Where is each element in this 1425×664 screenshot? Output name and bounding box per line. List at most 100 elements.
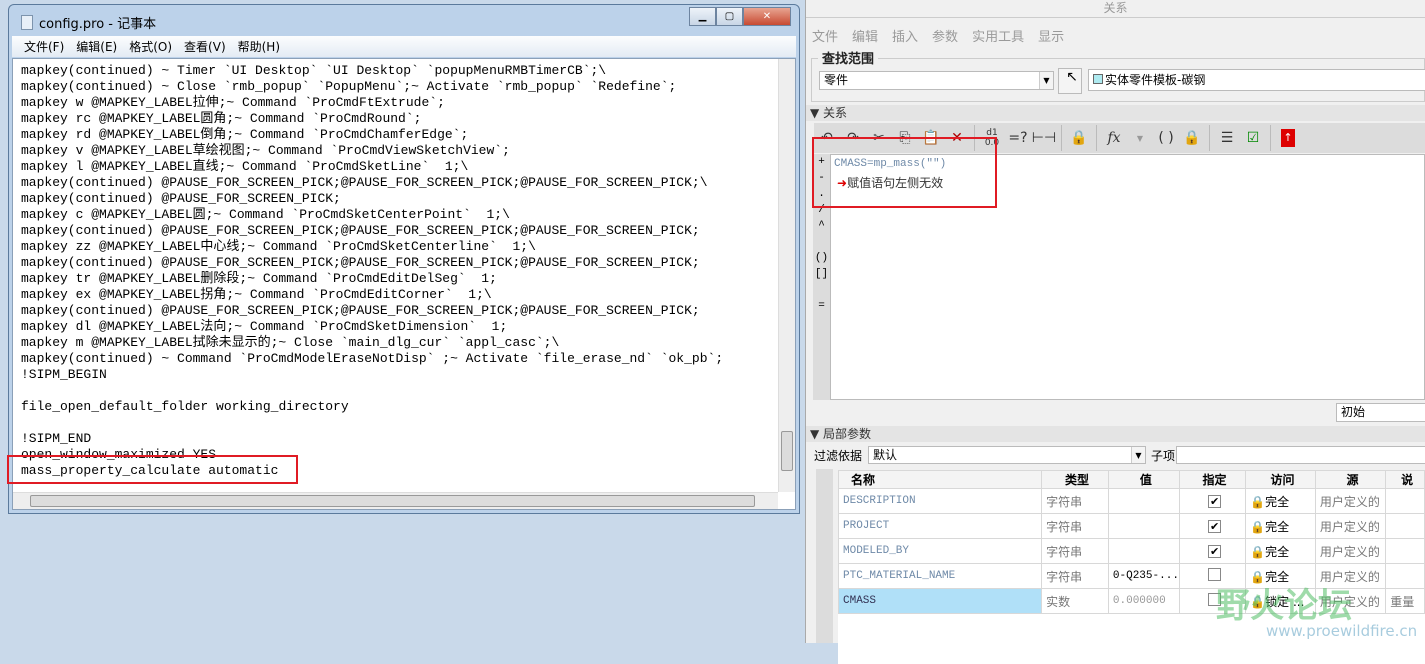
checkbox[interactable]: ✔ [1208, 520, 1222, 533]
text-line[interactable]: !SIPM_BEGIN [21, 367, 723, 383]
text-line[interactable]: mapkey zz @MAPKEY_LABEL中心线;~ Command `Pr… [21, 239, 723, 255]
power-button[interactable]: ^ [813, 218, 830, 234]
param-type[interactable]: 字符串 [1041, 538, 1109, 564]
param-type[interactable]: 字符串 [1041, 513, 1109, 539]
col-source[interactable]: 源 [1314, 470, 1387, 489]
text-line[interactable]: mapkey(continued) @PAUSE_FOR_SCREEN_PICK… [21, 255, 723, 271]
param-value[interactable] [1107, 513, 1180, 539]
text-line[interactable]: mapkey v @MAPKEY_LABEL草绘视图;~ Command `Pr… [21, 143, 723, 159]
param-source[interactable]: 用户定义的 [1314, 563, 1387, 589]
equals-button[interactable]: = [813, 298, 830, 314]
checkbox[interactable] [1208, 568, 1222, 581]
text-line[interactable]: mapkey dl @MAPKEY_LABEL法向;~ Command `Pro… [21, 319, 723, 335]
param-designated[interactable] [1178, 563, 1247, 589]
scope-select[interactable]: 零件 ▼ [819, 71, 1054, 90]
select-pointer-button[interactable]: ↖ [1058, 68, 1082, 94]
text-line[interactable] [21, 415, 723, 431]
table-row[interactable]: MODELED_BY 字符串 ✔ 🔒完全 用户定义的 [837, 538, 1425, 564]
checkbox[interactable] [1208, 593, 1222, 606]
param-type[interactable]: 字符串 [1041, 488, 1109, 514]
col-access[interactable]: 访问 [1245, 470, 1316, 489]
function-icon[interactable]: fx [1101, 130, 1127, 146]
col-desc[interactable]: 说 [1385, 470, 1425, 489]
parens-button[interactable]: () [813, 250, 830, 266]
param-access[interactable]: 🔒完全 [1245, 538, 1316, 564]
minimize-button[interactable]: ▁ [689, 7, 716, 26]
units-icon[interactable]: 🔒 [1066, 130, 1092, 146]
table-row[interactable]: DESCRIPTION 字符串 ✔ 🔒完全 用户定义的 [837, 488, 1425, 514]
param-designated[interactable]: ✔ [1178, 538, 1247, 564]
chevron-down-icon[interactable]: ▼ [1127, 134, 1153, 143]
filter-select[interactable]: 默认 ▼ [868, 446, 1146, 464]
menu-file[interactable]: 文件(F) [24, 38, 64, 55]
param-access[interactable]: 🔒完全 [1245, 488, 1316, 514]
param-desc[interactable] [1385, 513, 1425, 539]
param-name[interactable]: PTC_MATERIAL_NAME [837, 563, 1043, 589]
param-name[interactable]: DESCRIPTION [837, 488, 1043, 514]
menu-item[interactable]: 插入 [892, 26, 918, 45]
param-desc[interactable] [1385, 563, 1425, 589]
maximize-button[interactable]: ▢ [716, 7, 743, 26]
brackets-button[interactable]: [] [813, 266, 830, 282]
text-line[interactable]: mapkey tr @MAPKEY_LABEL删除段;~ Command `Pr… [21, 271, 723, 287]
table-row[interactable]: PTC_MATERIAL_NAME 字符串 0-Q235-... 🔒完全 用户定… [837, 563, 1425, 589]
menu-item[interactable]: 显示 [1038, 26, 1064, 45]
menu-format[interactable]: 格式(O) [129, 38, 172, 55]
text-line[interactable]: mapkey(continued) ~ Timer `UI Desktop` `… [21, 63, 723, 79]
param-name[interactable]: MODELED_BY [837, 538, 1043, 564]
text-line[interactable] [21, 383, 723, 399]
param-name[interactable]: PROJECT [837, 513, 1043, 539]
menu-view[interactable]: 查看(V) [184, 38, 226, 55]
param-desc[interactable] [1385, 488, 1425, 514]
param-desc[interactable]: 重量 [1385, 588, 1425, 614]
param-type[interactable]: 字符串 [1041, 563, 1109, 589]
menu-item[interactable]: 实用工具 [972, 26, 1024, 45]
text-line[interactable]: mapkey rd @MAPKEY_LABEL倒角;~ Command `Pro… [21, 127, 723, 143]
text-line[interactable]: mapkey l @MAPKEY_LABEL直线;~ Command `ProC… [21, 159, 723, 175]
param-designated[interactable]: ✔ [1178, 488, 1247, 514]
param-value[interactable] [1107, 488, 1180, 514]
parentheses-icon[interactable]: ( ) [1153, 130, 1179, 146]
checkbox[interactable]: ✔ [1208, 545, 1222, 558]
sort-icon[interactable]: ☰ [1214, 130, 1240, 146]
text-line[interactable]: mapkey w @MAPKEY_LABEL拉伸;~ Command `ProC… [21, 95, 723, 111]
table-row[interactable]: PROJECT 字符串 ✔ 🔒完全 用户定义的 [837, 513, 1425, 539]
param-type[interactable]: 实数 [1041, 588, 1109, 614]
param-value[interactable]: 0.000000 [1107, 588, 1180, 614]
param-designated[interactable]: ✔ [1178, 513, 1247, 539]
verify-icon[interactable]: ☑ [1240, 130, 1266, 146]
text-line[interactable]: mapkey rc @MAPKEY_LABEL圆角;~ Command `Pro… [21, 111, 723, 127]
col-type[interactable]: 类型 [1041, 470, 1109, 489]
param-source[interactable]: 用户定义的 [1314, 488, 1387, 514]
text-line[interactable]: mapkey m @MAPKEY_LABEL拭除未显示的;~ Close `ma… [21, 335, 723, 351]
param-source[interactable]: 用户定义的 [1314, 588, 1387, 614]
params-section-header[interactable]: ▼ 局部参数 [806, 426, 1425, 442]
menu-item[interactable]: 编辑 [852, 26, 878, 45]
text-content[interactable]: mapkey(continued) ~ Timer `UI Desktop` `… [21, 63, 723, 479]
evaluate-icon[interactable]: =? [1005, 130, 1031, 146]
text-line[interactable]: mapkey ex @MAPKEY_LABEL拐角;~ Command `Pro… [21, 287, 723, 303]
text-editor[interactable]: mapkey(continued) ~ Timer `UI Desktop` `… [12, 58, 796, 510]
horizontal-scrollbar[interactable] [13, 492, 778, 509]
text-line[interactable]: mapkey(continued) @PAUSE_FOR_SCREEN_PICK… [21, 175, 723, 191]
menu-help[interactable]: 帮助(H) [238, 38, 280, 55]
param-access[interactable]: 🔒完全 [1245, 563, 1316, 589]
text-line[interactable]: mapkey(continued) @PAUSE_FOR_SCREEN_PICK… [21, 191, 723, 207]
text-line[interactable]: mapkey(continued) @PAUSE_FOR_SCREEN_PICK… [21, 303, 723, 319]
text-line[interactable]: !SIPM_END [21, 431, 723, 447]
close-button[interactable]: ✕ [743, 7, 791, 26]
text-line[interactable]: mapkey(continued) @PAUSE_FOR_SCREEN_PICK… [21, 223, 723, 239]
export-icon[interactable]: ↑ [1281, 129, 1295, 147]
text-line[interactable]: mapkey(continued) ~ Close `rmb_popup` `P… [21, 79, 723, 95]
param-value[interactable]: 0-Q235-... [1107, 563, 1180, 589]
menu-edit[interactable]: 编辑(E) [76, 38, 117, 55]
text-line[interactable]: file_open_default_folder working_directo… [21, 399, 723, 415]
param-name[interactable]: CMASS [837, 588, 1043, 614]
param-source[interactable]: 用户定义的 [1314, 538, 1387, 564]
col-value[interactable]: 值 [1107, 470, 1180, 489]
menu-item[interactable]: 参数 [932, 26, 958, 45]
vertical-scrollbar[interactable] [778, 59, 795, 492]
model-field[interactable]: 实体零件模板-碳钢 [1088, 69, 1425, 91]
param-designated[interactable] [1178, 588, 1247, 614]
parameter-lock-icon[interactable]: 🔒 [1179, 130, 1205, 146]
